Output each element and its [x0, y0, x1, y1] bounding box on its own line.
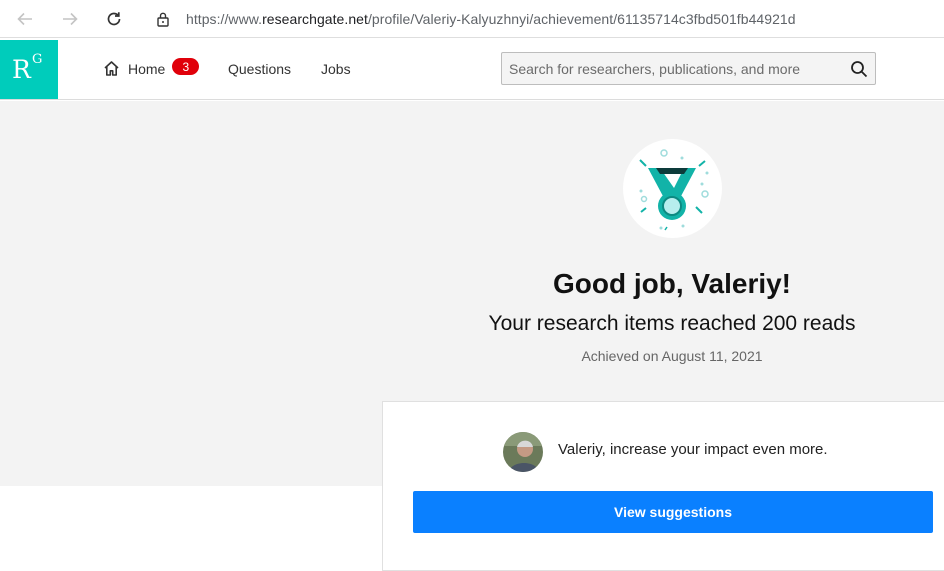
browser-toolbar: https://www.researchgate.net/profile/Val…: [0, 0, 944, 38]
achievement-headline: Good job, Valeriy!: [552, 268, 792, 299]
logo-letter-g: G: [32, 52, 43, 67]
search-input[interactable]: [509, 53, 839, 84]
search-box: [501, 52, 876, 85]
arrow-right-icon: [63, 12, 78, 26]
view-suggestions-button[interactable]: View suggestions: [413, 491, 933, 533]
forward-button[interactable]: [58, 7, 82, 31]
site-header: R G Home 3 Questions Jobs: [0, 38, 944, 100]
notification-badge: 3: [172, 58, 200, 75]
back-button[interactable]: [13, 7, 37, 31]
lock-icon: [157, 12, 169, 27]
logo-letter-r: R: [12, 55, 31, 84]
home-icon: [104, 61, 119, 76]
nav-home-label: Home: [128, 60, 166, 77]
nav-questions[interactable]: Questions: [228, 61, 291, 77]
medal-badge: [623, 139, 722, 238]
nav-home[interactable]: Home 3: [103, 58, 200, 77]
medal-icon: [639, 149, 709, 231]
reload-icon: [107, 12, 121, 26]
url-text: https://www.researchgate.net/profile/Val…: [186, 11, 796, 27]
reload-button[interactable]: [102, 7, 126, 31]
arrow-left-icon: [17, 12, 32, 26]
avatar-photo: [503, 432, 543, 472]
achievement-message: Your research items reached 200 reads: [488, 312, 856, 335]
researchgate-logo[interactable]: R G: [0, 40, 58, 99]
nav-jobs[interactable]: Jobs: [321, 61, 351, 77]
address-bar[interactable]: https://www.researchgate.net/profile/Val…: [142, 5, 944, 33]
url-domain: researchgate.net: [262, 11, 368, 27]
impact-message: Valeriy, increase your impact even more.: [558, 441, 828, 458]
avatar[interactable]: [503, 432, 543, 472]
suggestions-card: Valeriy, increase your impact even more.…: [382, 401, 944, 571]
search-icon[interactable]: [850, 60, 868, 78]
achievement-date: Achieved on August 11, 2021: [581, 348, 763, 364]
url-prefix: https://www.: [186, 11, 263, 27]
url-path: /profile/Valeriy-Kalyuzhnyi/achievement/…: [367, 11, 796, 27]
